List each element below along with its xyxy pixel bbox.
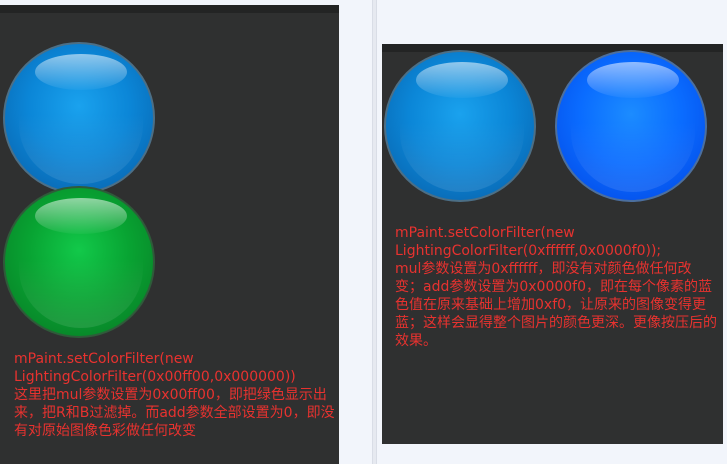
right-demo-panel: mPaint.setColorFilter(new LightingColorF… [382,44,723,444]
page-divider [372,0,377,464]
right-description: mul参数设置为0xffffff，即没有对颜色做任何改变；add参数设置为0x0… [395,261,717,349]
left-demo-panel: mPaint.setColorFilter(new LightingColorF… [0,5,339,464]
left-description: 这里把mul参数设置为0x00ff00，即把绿色显示出来，把R和B过滤掉。而ad… [14,387,335,439]
left-panel-topbar [0,5,339,13]
right-code-line: mPaint.setColorFilter(new LightingColorF… [395,225,662,259]
bright-blue-orb-icon [555,50,707,202]
right-caption: mPaint.setColorFilter(new LightingColorF… [395,224,717,350]
right-panel-topbar [382,44,723,52]
green-orb-icon [3,186,155,338]
left-code-line: mPaint.setColorFilter(new LightingColorF… [14,351,296,385]
blue-orb-icon [3,42,155,194]
blue-orb-icon [384,50,536,202]
left-caption: mPaint.setColorFilter(new LightingColorF… [14,350,336,440]
